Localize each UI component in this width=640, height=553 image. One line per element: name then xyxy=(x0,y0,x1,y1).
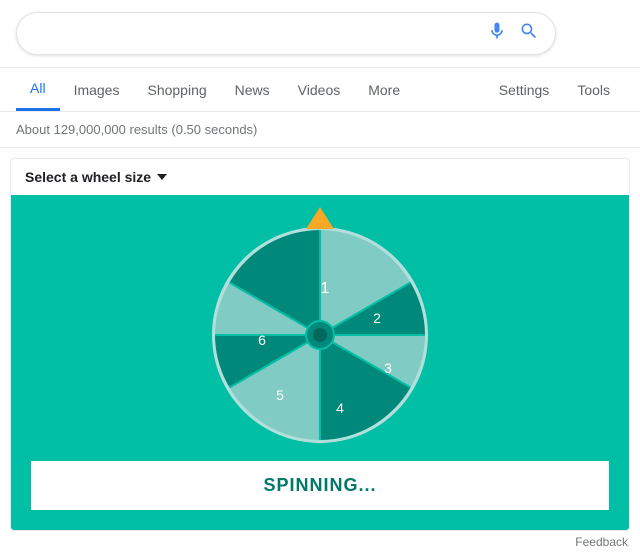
tab-settings[interactable]: Settings xyxy=(485,70,564,110)
search-input[interactable]: spinner xyxy=(33,25,487,43)
wheel-center-dot xyxy=(313,328,327,342)
feedback-bar: Feedback xyxy=(0,531,640,553)
tab-videos[interactable]: Videos xyxy=(284,70,355,110)
segment-label-4: 4 xyxy=(336,400,344,416)
tab-images[interactable]: Images xyxy=(60,70,134,110)
spinning-label: SPINNING... xyxy=(263,475,376,495)
segment-label-5: 5 xyxy=(276,387,284,403)
segment-label-2: 2 xyxy=(373,310,381,326)
search-icons xyxy=(487,21,539,46)
results-count: About 129,000,000 results (0.50 seconds) xyxy=(16,122,257,137)
tab-more[interactable]: More xyxy=(354,70,414,110)
tab-tools[interactable]: Tools xyxy=(563,70,624,110)
segment-label-3: 3 xyxy=(384,360,392,376)
tab-all[interactable]: All xyxy=(16,68,60,111)
tab-shopping[interactable]: Shopping xyxy=(133,70,220,110)
wheel-size-selector[interactable]: Select a wheel size xyxy=(11,159,629,195)
wheel-wrapper[interactable]: 1 2 3 4 5 6 xyxy=(210,225,430,445)
spinner-area: 1 2 3 4 5 6 SPINNING... xyxy=(11,195,629,530)
nav-right: Settings Tools xyxy=(485,70,624,110)
search-bar-container: spinner xyxy=(0,0,640,68)
results-info: About 129,000,000 results (0.50 seconds) xyxy=(0,112,640,148)
widget-container: Select a wheel size xyxy=(10,158,630,531)
spinner-wheel[interactable]: 1 2 3 4 5 6 xyxy=(210,225,430,445)
feedback-link[interactable]: Feedback xyxy=(575,535,628,549)
segment-label-1: 1 xyxy=(321,280,330,297)
nav-tabs: All Images Shopping News Videos More Set… xyxy=(0,68,640,112)
segment-label-6: 6 xyxy=(258,332,266,348)
wheel-size-label: Select a wheel size xyxy=(25,169,151,185)
tab-news[interactable]: News xyxy=(221,70,284,110)
wheel-pointer xyxy=(306,207,334,229)
search-bar: spinner xyxy=(16,12,556,55)
spinning-text: SPINNING... xyxy=(31,461,609,510)
chevron-down-icon xyxy=(157,174,167,180)
search-icon[interactable] xyxy=(519,21,539,46)
mic-icon[interactable] xyxy=(487,21,507,46)
